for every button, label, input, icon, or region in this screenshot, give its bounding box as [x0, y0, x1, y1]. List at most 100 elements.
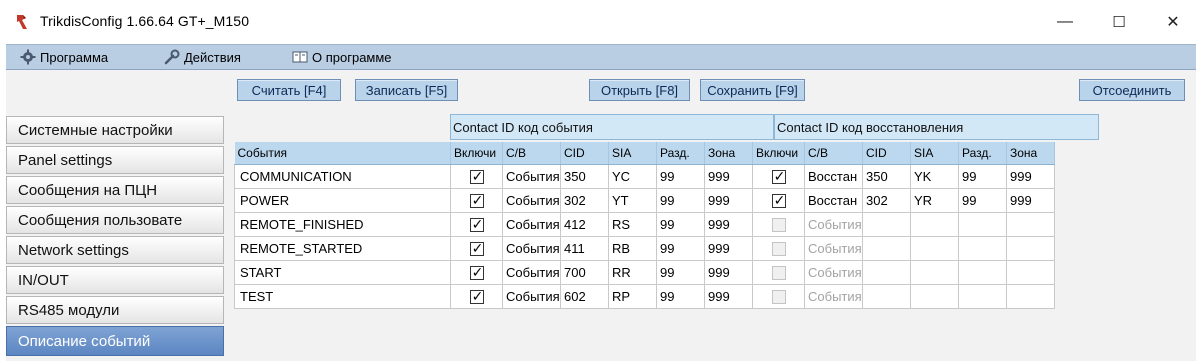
menu-about[interactable]: О программе: [292, 49, 392, 65]
checkbox[interactable]: ✓: [469, 288, 484, 304]
restore-zone-cell[interactable]: [1006, 283, 1055, 309]
event-name-cell[interactable]: TEST: [234, 283, 451, 309]
restore-event-restore-cell[interactable]: Восстан: [804, 187, 863, 213]
restore-event-restore-cell[interactable]: События: [804, 259, 863, 285]
col-header-restore-sia[interactable]: SIA: [910, 142, 959, 165]
restore-cid-cell[interactable]: [862, 211, 911, 237]
sidebar-item-event-description[interactable]: Описание событий: [6, 326, 224, 356]
restore-sia-cell[interactable]: YK: [910, 163, 959, 189]
sia-cell[interactable]: RP: [608, 283, 657, 309]
enabled-checkbox-cell[interactable]: ✓: [450, 187, 503, 213]
restore-event-restore-cell[interactable]: События: [804, 283, 863, 309]
save-button[interactable]: Сохранить [F9]: [700, 79, 805, 101]
restore-sia-cell[interactable]: [910, 259, 959, 285]
partition-cell[interactable]: 99: [656, 187, 705, 213]
restore-event-restore-cell[interactable]: События: [804, 211, 863, 237]
col-header-restore-enabled[interactable]: Включи: [752, 142, 805, 165]
restore-zone-cell[interactable]: [1006, 235, 1055, 261]
restore-sia-cell[interactable]: [910, 235, 959, 261]
cid-cell[interactable]: 350: [560, 163, 609, 189]
checkbox[interactable]: ✓: [469, 192, 484, 208]
disconnect-button[interactable]: Отсоединить: [1079, 79, 1185, 101]
restore-event-restore-cell[interactable]: Восстан: [804, 163, 863, 189]
restore-partition-cell[interactable]: [958, 235, 1007, 261]
event-restore-cell[interactable]: События: [502, 211, 561, 237]
restore-event-restore-cell[interactable]: События: [804, 235, 863, 261]
read-button[interactable]: Считать [F4]: [237, 79, 341, 101]
col-header-zone[interactable]: Зона: [704, 142, 753, 165]
sidebar-item-in-out[interactable]: IN/OUT: [6, 266, 224, 294]
sidebar-item-user-messages[interactable]: Сообщения пользовате: [6, 206, 224, 234]
close-button[interactable]: ✕: [1146, 0, 1200, 44]
sidebar-item-cms-messages[interactable]: Сообщения на ПЦН: [6, 176, 224, 204]
event-restore-cell[interactable]: События: [502, 187, 561, 213]
table-row[interactable]: REMOTE_FINISHED ✓ События 412 RS 99 999 События: [234, 211, 1055, 237]
zone-cell[interactable]: 999: [704, 235, 753, 261]
sia-cell[interactable]: RS: [608, 211, 657, 237]
table-row[interactable]: TEST ✓ События 602 RP 99 999 События: [234, 283, 1055, 309]
sidebar-item-panel-settings[interactable]: Panel settings: [6, 146, 224, 174]
col-header-event-restore[interactable]: С/В: [502, 142, 561, 165]
zone-cell[interactable]: 999: [704, 163, 753, 189]
zone-cell[interactable]: 999: [704, 283, 753, 309]
restore-sia-cell[interactable]: [910, 211, 959, 237]
restore-zone-cell[interactable]: 999: [1006, 187, 1055, 213]
write-button[interactable]: Записать [F5]: [355, 79, 458, 101]
zone-cell[interactable]: 999: [704, 187, 753, 213]
col-header-restore-event-restore[interactable]: С/В: [804, 142, 863, 165]
table-row[interactable]: REMOTE_STARTED ✓ События 411 RB 99 999 События: [234, 235, 1055, 261]
event-name-cell[interactable]: START: [234, 259, 451, 285]
cid-cell[interactable]: 700: [560, 259, 609, 285]
restore-cid-cell[interactable]: 302: [862, 187, 911, 213]
event-restore-cell[interactable]: События: [502, 235, 561, 261]
restore-zone-cell[interactable]: [1006, 259, 1055, 285]
zone-cell[interactable]: 999: [704, 259, 753, 285]
col-header-partition[interactable]: Разд.: [656, 142, 705, 165]
enabled-checkbox-cell[interactable]: ✓: [450, 259, 503, 285]
cid-cell[interactable]: 412: [560, 211, 609, 237]
sia-cell[interactable]: YT: [608, 187, 657, 213]
cid-cell[interactable]: 602: [560, 283, 609, 309]
table-row[interactable]: COMMUNICATION ✓ События 350 YC 99 999 ✓ Восстан 3…: [234, 163, 1055, 189]
col-header-restore-partition[interactable]: Разд.: [958, 142, 1007, 165]
event-name-cell[interactable]: REMOTE_STARTED: [234, 235, 451, 261]
col-header-cid[interactable]: CID: [560, 142, 609, 165]
col-header-events[interactable]: События: [234, 142, 451, 165]
restore-enabled-checkbox-cell[interactable]: ✓: [752, 187, 805, 213]
restore-zone-cell[interactable]: [1006, 211, 1055, 237]
partition-cell[interactable]: 99: [656, 163, 705, 189]
restore-partition-cell[interactable]: [958, 259, 1007, 285]
maximize-button[interactable]: ☐: [1092, 0, 1146, 44]
restore-cid-cell[interactable]: [862, 235, 911, 261]
sia-cell[interactable]: RB: [608, 235, 657, 261]
col-header-restore-zone[interactable]: Зона: [1006, 142, 1055, 165]
sidebar-item-rs485-modules[interactable]: RS485 модули: [6, 296, 224, 324]
checkbox[interactable]: ✓: [469, 240, 484, 256]
partition-cell[interactable]: 99: [656, 283, 705, 309]
event-name-cell[interactable]: POWER: [234, 187, 451, 213]
restore-cid-cell[interactable]: [862, 259, 911, 285]
cid-cell[interactable]: 411: [560, 235, 609, 261]
event-name-cell[interactable]: COMMUNICATION: [234, 163, 451, 189]
restore-partition-cell[interactable]: [958, 283, 1007, 309]
checkbox[interactable]: ✓: [469, 216, 484, 232]
enabled-checkbox-cell[interactable]: ✓: [450, 283, 503, 309]
restore-partition-cell[interactable]: 99: [958, 163, 1007, 189]
col-header-sia[interactable]: SIA: [608, 142, 657, 165]
sia-cell[interactable]: RR: [608, 259, 657, 285]
restore-cid-cell[interactable]: [862, 283, 911, 309]
checkbox[interactable]: ✓: [771, 168, 786, 184]
table-row[interactable]: START ✓ События 700 RR 99 999 События: [234, 259, 1055, 285]
checkbox[interactable]: ✓: [469, 168, 484, 184]
restore-sia-cell[interactable]: YR: [910, 187, 959, 213]
enabled-checkbox-cell[interactable]: ✓: [450, 163, 503, 189]
restore-partition-cell[interactable]: 99: [958, 187, 1007, 213]
enabled-checkbox-cell[interactable]: ✓: [450, 211, 503, 237]
open-button[interactable]: Открыть [F8]: [589, 79, 690, 101]
col-header-restore-cid[interactable]: CID: [862, 142, 911, 165]
restore-sia-cell[interactable]: [910, 283, 959, 309]
checkbox[interactable]: ✓: [469, 264, 484, 280]
event-restore-cell[interactable]: События: [502, 163, 561, 189]
restore-zone-cell[interactable]: 999: [1006, 163, 1055, 189]
restore-cid-cell[interactable]: 350: [862, 163, 911, 189]
